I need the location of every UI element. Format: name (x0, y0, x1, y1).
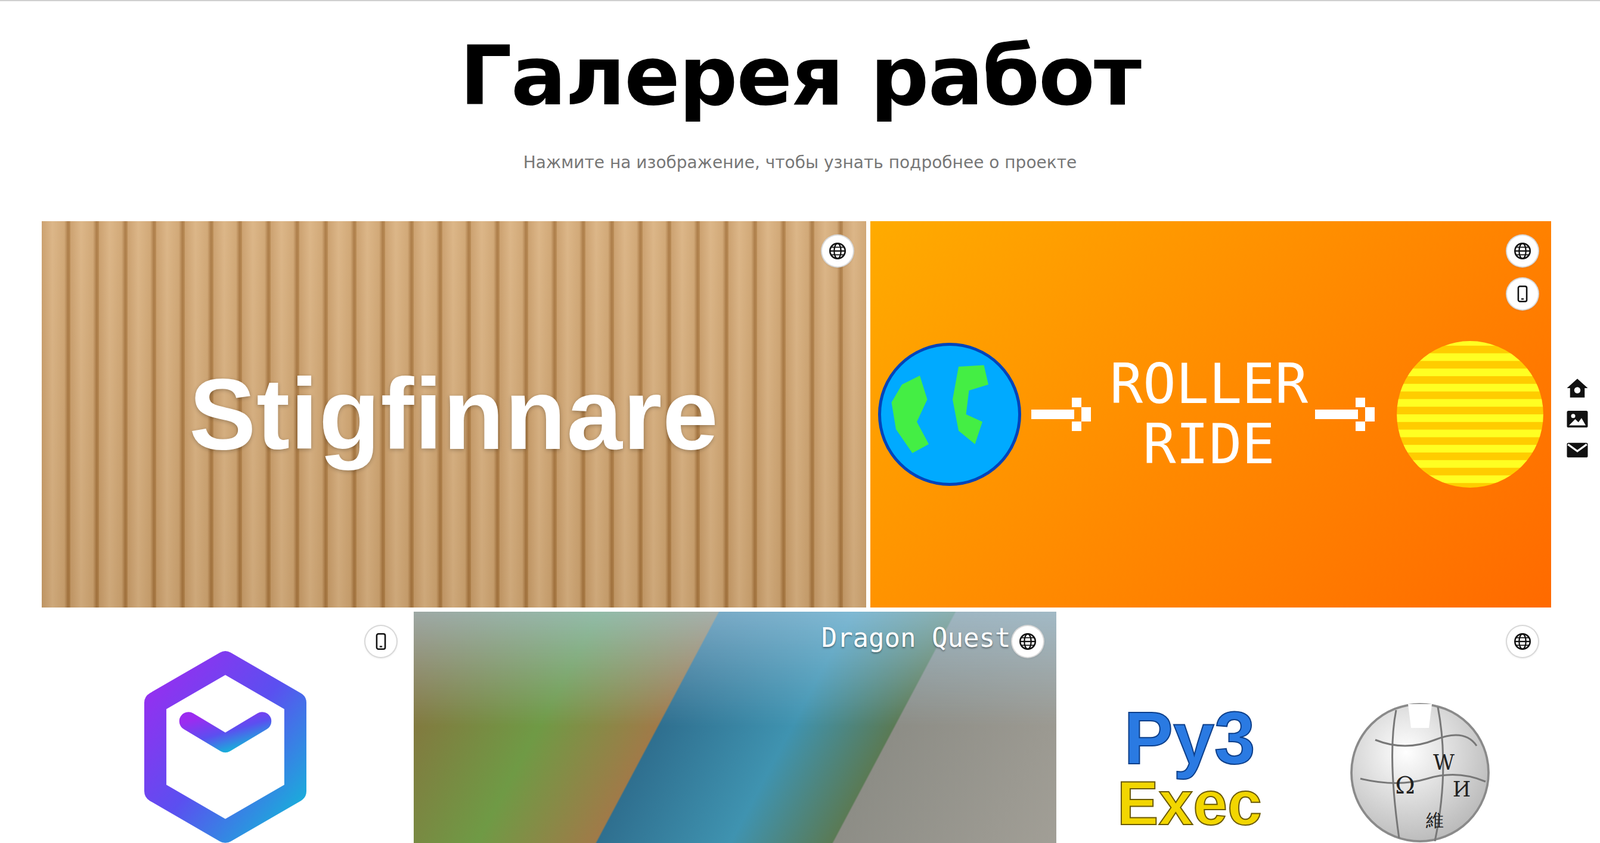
roller-banner: ROLLERRIDE (870, 221, 1552, 608)
image-icon (1564, 406, 1590, 432)
globe-glyph: 維 (1425, 809, 1444, 831)
platform-badge (1507, 625, 1539, 657)
platform-badges (1507, 625, 1539, 657)
globe-icon (1017, 631, 1038, 652)
globe-icon (1512, 631, 1533, 652)
project-photo: Dragon Quests (413, 611, 1057, 843)
nav-item[interactable] (1564, 406, 1591, 432)
gallery: Stigfinnare ROLLERRIDE Dragon Quests Py3Exe… (41, 221, 1552, 843)
project-card[interactable]: Py3Exec ΩWИ維 (1060, 611, 1552, 843)
project-title: Dragon Quests (821, 622, 1027, 653)
arrow-icon (1315, 390, 1387, 439)
cube-logo-icon (132, 647, 318, 843)
nav-item[interactable] (1564, 375, 1591, 401)
project-card[interactable]: Dragon Quests (413, 611, 1057, 843)
platform-badges (1012, 625, 1044, 657)
arrow-icon (1031, 390, 1103, 439)
title-line: RIDE (1142, 414, 1276, 475)
wikipedia-globe-icon: ΩWИ維 (1345, 695, 1495, 843)
globe-icon (827, 240, 848, 262)
project-logo-text: Stigfinnare (188, 357, 719, 473)
platform-badge (365, 625, 397, 657)
logo-text: Py3 (1123, 703, 1256, 774)
platform-badges (822, 235, 854, 267)
envelope-icon (1564, 437, 1590, 463)
logos-group: Py3Exec ΩWИ維 (1060, 611, 1552, 843)
globe-glyph: И (1452, 777, 1472, 802)
page-subtitle: Нажмите на изображение, чтобы узнать под… (0, 152, 1600, 174)
globe-icon (1512, 240, 1533, 262)
gallery-row: Stigfinnare ROLLERRIDE (41, 221, 1552, 608)
globe-glyph: W (1433, 750, 1455, 775)
platform-badge (1507, 278, 1539, 310)
platform-badge (822, 235, 854, 267)
home-icon (1564, 375, 1590, 401)
side-nav (1564, 375, 1591, 463)
globe-glyph: Ω (1394, 771, 1415, 799)
gallery-row: Dragon Quests Py3Exec ΩWИ維 (41, 611, 1552, 843)
project-title: ROLLERRIDE (1109, 354, 1308, 475)
sun-icon (1393, 338, 1547, 491)
header: Галерея работ Нажмите на изображение, что… (0, 1, 1600, 174)
py3-logo: Py3Exec (1117, 703, 1262, 833)
page-title: Галерея работ (0, 30, 1600, 122)
logo-text: Exec (1117, 773, 1262, 833)
earth-icon (875, 339, 1025, 489)
platform-badge (1012, 625, 1044, 657)
phone-icon (370, 631, 392, 652)
title-line: ROLLER (1109, 354, 1308, 415)
platform-badges (365, 625, 397, 657)
project-card[interactable] (41, 611, 410, 843)
project-card[interactable]: Stigfinnare (41, 221, 867, 608)
platform-badge (1507, 235, 1539, 267)
phone-icon (1512, 283, 1533, 305)
project-card[interactable]: ROLLERRIDE (870, 221, 1552, 608)
platform-badges (1507, 235, 1539, 310)
gallery-page: Галерея работ Нажмите на изображение, что… (0, 0, 1600, 843)
nav-item[interactable] (1564, 437, 1591, 463)
